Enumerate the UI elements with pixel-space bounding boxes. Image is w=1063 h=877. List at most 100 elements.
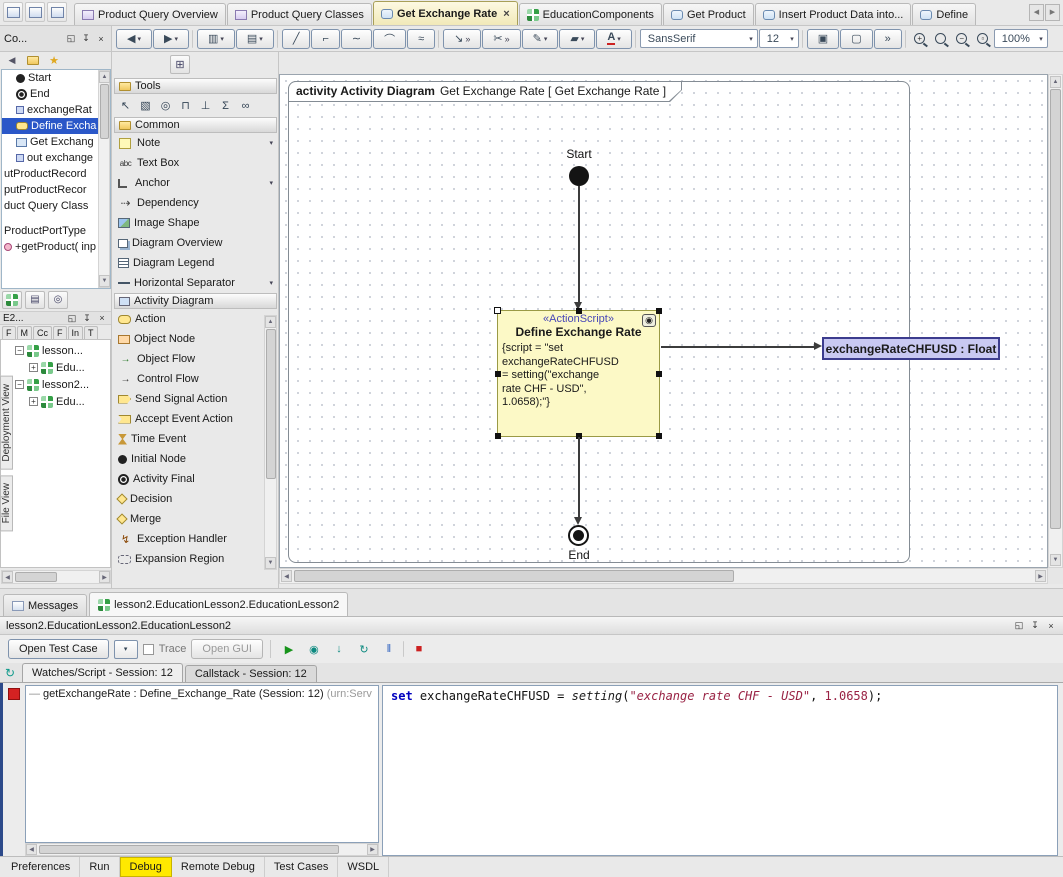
step-over-icon[interactable]: ↻ bbox=[353, 639, 375, 659]
favorites-star-icon[interactable]: ★ bbox=[46, 54, 62, 68]
bottom-panel-tab[interactable]: Messages bbox=[3, 594, 87, 616]
link-tool-icon[interactable]: ∞ bbox=[236, 97, 255, 115]
diagram-window-icon-3[interactable] bbox=[47, 2, 67, 22]
tree-item[interactable]: exchangeRat bbox=[2, 102, 110, 118]
session-refresh-icon[interactable]: ↻ bbox=[2, 664, 18, 682]
sum-tool-icon[interactable]: Σ bbox=[216, 97, 235, 115]
swimlanes-icon[interactable]: ▥ ▾ bbox=[197, 29, 235, 49]
float-panel-icon[interactable]: ◱ bbox=[66, 313, 78, 324]
tree-expander-icon[interactable]: − bbox=[15, 346, 24, 355]
status-mode-tab[interactable]: WSDL bbox=[338, 857, 389, 877]
pen-icon[interactable]: ✎ ▾ bbox=[522, 29, 559, 49]
activity-final-node[interactable] bbox=[568, 525, 589, 546]
close-panel-icon[interactable]: × bbox=[95, 34, 107, 44]
browser-tab[interactable]: Cc bbox=[33, 326, 52, 339]
hierarchy-icon[interactable]: ⊞ bbox=[170, 55, 190, 74]
diagram-canvas[interactable]: activity Activity DiagramGet Exchange Ra… bbox=[279, 74, 1048, 568]
debugger-tab[interactable]: Callstack - Session: 12 bbox=[185, 665, 317, 682]
more-tools-icon[interactable]: » bbox=[874, 29, 902, 49]
browser-tab[interactable]: F bbox=[53, 326, 67, 339]
status-mode-tab[interactable]: Debug bbox=[120, 857, 172, 877]
tree-item[interactable]: out exchange bbox=[2, 150, 110, 166]
watches-list[interactable]: — getExchangeRate : Define_Exchange_Rate… bbox=[25, 685, 379, 843]
tree-expander-icon[interactable]: − bbox=[15, 380, 24, 389]
cut-icon[interactable]: ✂ » bbox=[482, 29, 520, 49]
tree-scrollbar[interactable]: ▲ ▼ bbox=[98, 70, 110, 288]
scroll-up-icon[interactable]: ▲ bbox=[99, 71, 110, 83]
test-case-select[interactable]: ▾ bbox=[114, 640, 138, 659]
status-mode-tab[interactable]: Remote Debug bbox=[172, 857, 265, 877]
containment-view-icon[interactable]: ▤ bbox=[25, 291, 45, 309]
palette-item[interactable]: Accept Event Action bbox=[114, 409, 277, 429]
align-tool-icon[interactable]: ⊥ bbox=[196, 97, 215, 115]
tree-item[interactable]: Start bbox=[2, 70, 110, 86]
scroll-left-icon[interactable]: ◀ bbox=[2, 571, 13, 583]
close-icon[interactable]: × bbox=[503, 8, 509, 20]
selection-handle[interactable] bbox=[656, 308, 662, 314]
chevron-down-icon[interactable]: ▾ bbox=[269, 179, 273, 187]
scroll-down-icon[interactable]: ▼ bbox=[265, 557, 276, 569]
tree-item[interactable]: ProductPortType bbox=[2, 223, 110, 239]
palette-item[interactable]: Note ▾ bbox=[114, 133, 277, 153]
polyline-tool-icon[interactable]: ⌐ bbox=[311, 29, 339, 49]
initial-node[interactable] bbox=[569, 166, 589, 186]
pin-panel-icon[interactable]: ↧ bbox=[1029, 620, 1041, 631]
status-mode-tab[interactable]: Preferences bbox=[2, 857, 80, 877]
curve-tool-icon[interactable]: ∼ bbox=[341, 29, 372, 49]
palette-header-activity[interactable]: Activity Diagram bbox=[114, 293, 277, 309]
script-editor[interactable]: set exchangeRateCHFUSD = setting("exchan… bbox=[382, 685, 1058, 856]
watches-horizontal-scrollbar[interactable]: ◀ ▶ bbox=[25, 843, 379, 856]
palette-header-common[interactable]: Common bbox=[114, 117, 277, 133]
status-mode-tab[interactable]: Test Cases bbox=[265, 857, 338, 877]
pin-panel-icon[interactable]: ↧ bbox=[80, 33, 92, 44]
scroll-right-icon[interactable]: ▶ bbox=[99, 571, 110, 583]
palette-item[interactable]: Action ▾ bbox=[114, 309, 277, 329]
selection-handle[interactable] bbox=[495, 371, 501, 377]
arc-tool-icon[interactable]: ⌒ bbox=[373, 29, 406, 49]
scroll-left-icon[interactable]: ◀ bbox=[281, 570, 292, 582]
scroll-right-icon[interactable]: ▶ bbox=[1035, 570, 1046, 582]
zoom-fit-icon[interactable]: ▫ bbox=[973, 29, 993, 49]
open-gui-button[interactable]: Open GUI bbox=[191, 639, 263, 659]
forward-icon[interactable]: ▶ ▾ bbox=[153, 29, 189, 49]
scroll-left-icon[interactable]: ◀ bbox=[26, 844, 37, 855]
open-folder-icon[interactable] bbox=[25, 54, 41, 68]
pin-panel-icon[interactable]: ↧ bbox=[81, 313, 93, 324]
line-tool-icon[interactable]: ╱ bbox=[282, 29, 311, 49]
tree-item[interactable]: Get Exchang bbox=[2, 134, 110, 150]
object-node-exchange-rate[interactable]: exchangeRateCHFUSD : Float bbox=[822, 337, 1000, 360]
highlighter-icon[interactable]: ▰ ▾ bbox=[559, 29, 595, 49]
tree-item[interactable]: +getProduct( inp bbox=[2, 239, 110, 255]
step-into-icon[interactable]: ↓ bbox=[328, 639, 350, 659]
zoom-tool-icon[interactable]: ◎ bbox=[156, 97, 175, 115]
tree-item[interactable]: Define Excha bbox=[2, 118, 110, 134]
tree-item[interactable]: + Edu... bbox=[15, 393, 109, 410]
palette-item[interactable]: abc Text Box bbox=[114, 153, 277, 173]
palette-header-tools[interactable]: Tools bbox=[114, 78, 277, 94]
document-tab[interactable]: Product Query Overview bbox=[74, 3, 226, 25]
document-tab[interactable]: Get Exchange Rate × bbox=[373, 1, 518, 25]
zoom-out-icon[interactable]: − bbox=[952, 29, 972, 49]
palette-item[interactable]: → Object Flow bbox=[114, 349, 277, 369]
deployment-tree-panel[interactable]: Deployment ViewFile View − lesson... + E… bbox=[0, 339, 111, 568]
run-to-cursor-icon[interactable]: ◉ bbox=[303, 639, 325, 659]
chevron-down-icon[interactable]: ▾ bbox=[269, 279, 273, 287]
palette-item[interactable]: Expansion Region bbox=[114, 549, 277, 569]
close-panel-icon[interactable]: × bbox=[96, 313, 108, 323]
debugger-tab[interactable]: Watches/Script - Session: 12 bbox=[22, 663, 183, 682]
browser-tab[interactable]: In bbox=[68, 326, 84, 339]
palette-item[interactable]: ⇢ Dependency bbox=[114, 193, 277, 213]
browser-tab[interactable]: T bbox=[84, 326, 98, 339]
chevron-down-icon[interactable]: ▾ bbox=[269, 139, 273, 147]
palette-scrollbar[interactable]: ▲ ▼ bbox=[264, 315, 277, 570]
tree-item[interactable]: duct Query Class bbox=[2, 198, 110, 214]
selection-handle[interactable] bbox=[576, 308, 582, 314]
tree-item[interactable]: putProductRecor bbox=[2, 182, 110, 198]
selection-handle[interactable] bbox=[495, 433, 501, 439]
document-tab[interactable]: EducationComponents bbox=[519, 3, 662, 25]
stop-sessions-icon[interactable]: ■ bbox=[408, 639, 430, 659]
document-tab[interactable]: Get Product bbox=[663, 3, 754, 25]
breakpoint-marker-icon[interactable] bbox=[8, 688, 20, 700]
control-flow[interactable] bbox=[578, 186, 580, 302]
scroll-down-icon[interactable]: ▼ bbox=[99, 275, 110, 287]
